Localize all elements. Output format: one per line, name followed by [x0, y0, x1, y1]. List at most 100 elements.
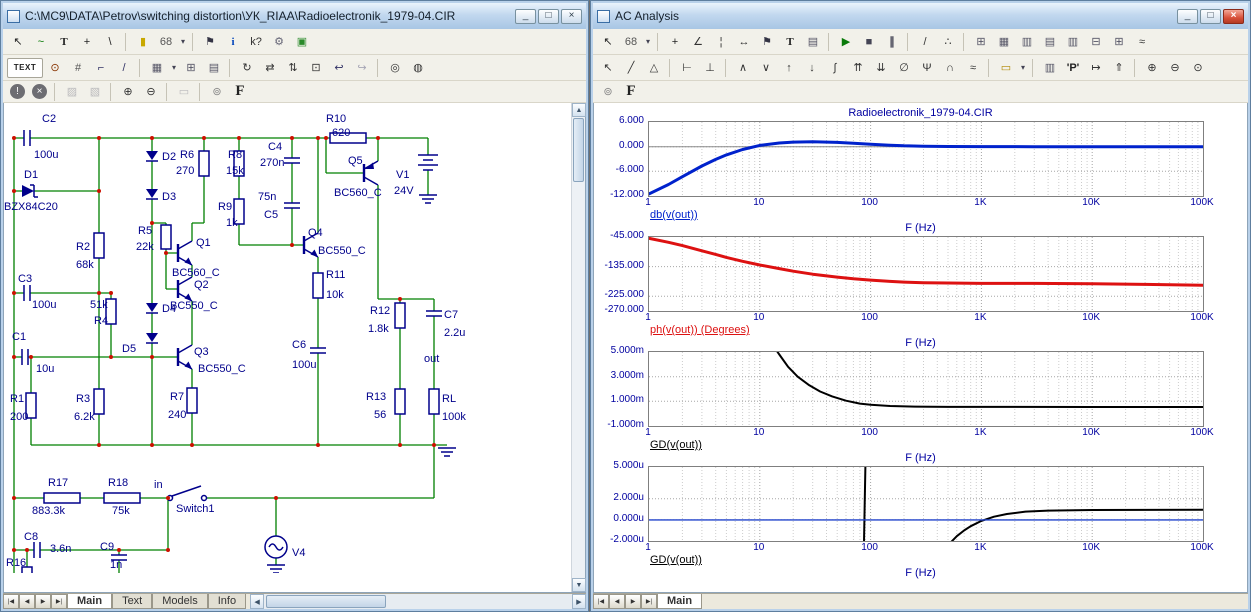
graphics-line-icon[interactable]: ╱ [620, 58, 642, 78]
select-mode-icon[interactable]: ↖ [597, 58, 619, 78]
zoom-in-icon[interactable]: ⊕ [1141, 58, 1163, 78]
label-c2[interactable]: C2 [42, 113, 56, 125]
label-c6-value[interactable]: 100u [292, 359, 316, 371]
library-dropdown-icon[interactable]: ▾ [1018, 58, 1028, 78]
scroll-right-button[interactable]: ▶ [572, 594, 586, 609]
label-q1[interactable]: Q1 [196, 237, 211, 249]
label-r9-value[interactable]: 1k [226, 217, 238, 229]
horizontal-cursor-icon[interactable]: ⊢ [676, 58, 698, 78]
ruler-icon[interactable]: ▥ [1016, 32, 1038, 52]
vertical-scrollbar[interactable]: ▲ ▼ [571, 103, 585, 592]
scrollbar-thumb[interactable] [266, 595, 386, 608]
label-c4-value[interactable]: 270n [260, 157, 284, 169]
pin-tool-icon[interactable]: ⊙ [44, 58, 66, 78]
scrollbar-track[interactable] [264, 594, 572, 609]
curve-label-gd1[interactable]: GD(v(out)) [650, 439, 1247, 452]
high-icon[interactable]: ↑ [778, 58, 800, 78]
find-icon[interactable]: ◎ [384, 58, 406, 78]
label-r9[interactable]: R9 [218, 201, 232, 213]
label-r13-value[interactable]: 56 [374, 409, 386, 421]
horizontal-scrollbar[interactable]: ◀ ▶ [250, 594, 586, 609]
label-r7-value[interactable]: 240 [168, 409, 186, 421]
label-q2[interactable]: Q2 [194, 279, 209, 291]
label-d5[interactable]: D5 [122, 343, 136, 355]
label-switch1[interactable]: Switch1 [176, 503, 215, 515]
select-tool-icon[interactable]: ↖ [7, 32, 29, 52]
text-stamp-button[interactable]: TEXT [7, 58, 43, 78]
flip-horizontal-icon[interactable]: ⇄ [259, 58, 281, 78]
label-r2-value[interactable]: 68k [76, 259, 94, 271]
label-r7[interactable]: R7 [170, 391, 184, 403]
first-sheet-button[interactable]: |◀ [3, 594, 19, 609]
numeric-output-icon[interactable]: ▥ [1039, 58, 1061, 78]
label-c5[interactable]: C5 [264, 209, 278, 221]
label-c8-value[interactable]: 3.6n [50, 543, 71, 555]
label-d1-value[interactable]: BZX84C20 [4, 201, 58, 213]
label-r1[interactable]: R1 [10, 393, 24, 405]
label-q3[interactable]: Q3 [194, 346, 209, 358]
scrollbar-track[interactable] [572, 183, 585, 578]
toolbar-icon[interactable] [192, 33, 195, 51]
label-r18[interactable]: R18 [108, 477, 128, 489]
analysis-titlebar[interactable]: AC Analysis _ □ × [593, 3, 1248, 29]
toolbar-icon[interactable] [828, 33, 831, 51]
power-label-button[interactable]: 'P' [1062, 58, 1084, 78]
border-icon[interactable]: ⊞ [180, 58, 202, 78]
panels-icon[interactable]: ⊟ [1085, 32, 1107, 52]
redo-icon[interactable]: ↪ [351, 58, 373, 78]
text-tool-icon[interactable]: T [779, 32, 801, 52]
label-r2[interactable]: R2 [76, 241, 90, 253]
label-r8[interactable]: R8 [228, 149, 242, 161]
toolbar-icon[interactable] [963, 33, 966, 51]
label-q4[interactable]: Q4 [308, 227, 323, 239]
scroll-left-button[interactable]: ◀ [250, 594, 264, 609]
label-q1-value[interactable]: BC560_C [172, 267, 220, 279]
pause-button[interactable]: ∥ [881, 32, 903, 52]
diagonal-wire-icon[interactable]: / [113, 58, 135, 78]
label-q4-value[interactable]: BC550_C [318, 245, 366, 257]
grid-icon[interactable]: ▦ [146, 58, 168, 78]
label-r17[interactable]: R17 [48, 477, 68, 489]
curve-label-db[interactable]: db(v(out)) [650, 209, 1247, 222]
toolbar-icon[interactable] [166, 83, 169, 101]
label-c2-value[interactable]: 100u [34, 149, 58, 161]
tab-models[interactable]: Models [152, 594, 207, 609]
line-style-icon[interactable]: / [914, 32, 936, 52]
label-v1[interactable]: V1 [396, 169, 409, 181]
crosshair-tool-icon[interactable]: + [76, 32, 98, 52]
font-button[interactable]: F [620, 82, 642, 102]
last-sheet-button[interactable]: ▶| [51, 594, 67, 609]
label-c7[interactable]: C7 [444, 309, 458, 321]
label-q2-value[interactable]: BC550_C [170, 300, 218, 312]
plot-canvas-db[interactable] [648, 121, 1204, 197]
global-high-icon[interactable]: ⇈ [847, 58, 869, 78]
horizontal-bars-icon[interactable]: ▤ [1039, 32, 1061, 52]
help-mode-icon[interactable]: k? [245, 32, 267, 52]
paste-icon[interactable]: ▧ [84, 82, 106, 102]
label-r4[interactable]: R4 [94, 315, 108, 327]
toolbar-icon[interactable] [229, 59, 232, 77]
maximize-button[interactable]: □ [1200, 9, 1221, 24]
label-c3[interactable]: C3 [18, 273, 32, 285]
first-sheet-button[interactable]: |◀ [593, 594, 609, 609]
global-low-icon[interactable]: ⇊ [870, 58, 892, 78]
toolbar-icon[interactable] [725, 59, 728, 77]
label-c1[interactable]: C1 [12, 331, 26, 343]
title-block-icon[interactable]: ▤ [203, 58, 225, 78]
scroll-up-button[interactable]: ▲ [572, 103, 586, 117]
info-circle-button[interactable]: ! [10, 84, 25, 99]
library-icon[interactable]: ▭ [995, 58, 1017, 78]
toolbar-icon[interactable] [199, 83, 202, 101]
window-split-icon[interactable]: ⊞ [1108, 32, 1130, 52]
next-sheet-button[interactable]: ▶ [625, 594, 641, 609]
label-r6[interactable]: R6 [180, 149, 194, 161]
label-out[interactable]: out [424, 353, 439, 365]
label-v1-value[interactable]: 24V [394, 185, 414, 197]
toolbar-icon[interactable] [54, 83, 57, 101]
measure-tool-icon[interactable]: ↔ [733, 32, 755, 52]
valley-icon[interactable]: ∨ [755, 58, 777, 78]
scrollbar-thumb[interactable] [573, 118, 584, 182]
maximize-button[interactable]: □ [538, 9, 559, 24]
toolbar-icon[interactable] [125, 33, 128, 51]
toolbar-icon[interactable] [139, 59, 142, 77]
